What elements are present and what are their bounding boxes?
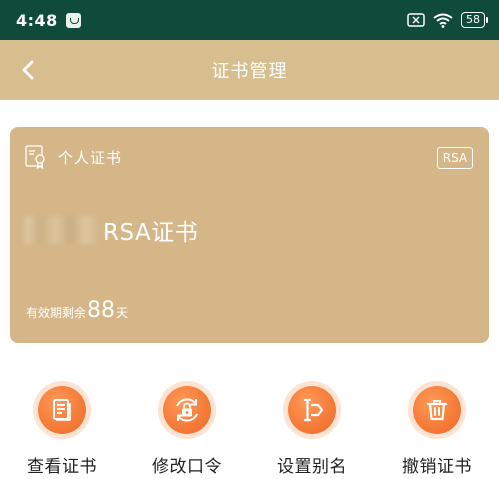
change-password-button[interactable]: 修改口令 <box>132 380 242 477</box>
certificate-icon <box>25 145 45 170</box>
validity-remaining: 有效期剩余 88 天 <box>26 298 128 323</box>
rename-icon <box>303 398 324 422</box>
certificate-card[interactable]: 个人证书 RSA RSA证书 有效期剩余 88 天 <box>10 127 489 343</box>
action-icon-circle <box>288 386 336 434</box>
lock-refresh-icon <box>176 398 198 422</box>
view-certificate-button[interactable]: 查看证书 <box>7 380 117 477</box>
status-indicators: 58 <box>407 12 488 28</box>
navigation-bar: 证书管理 <box>0 40 499 100</box>
action-icon-circle <box>413 386 461 434</box>
algorithm-badge: RSA <box>437 147 473 169</box>
certificate-name-row: RSA证书 <box>25 213 198 247</box>
validity-days: 88 <box>87 298 116 323</box>
document-icon <box>53 399 71 421</box>
certificate-type-label: 个人证书 <box>58 149 123 167</box>
certificate-name: RSA证书 <box>103 220 199 246</box>
action-label: 修改口令 <box>152 457 222 477</box>
back-button[interactable] <box>14 56 42 84</box>
action-bar: 查看证书 修改口令 设置别名 撤销证书 <box>0 380 499 477</box>
page-title: 证书管理 <box>211 61 288 82</box>
action-label: 撤销证书 <box>402 457 472 477</box>
status-bar: 4:48 58 <box>0 0 499 40</box>
wifi-icon <box>433 13 453 28</box>
no-sim-icon <box>407 13 425 27</box>
action-icon-circle <box>38 386 86 434</box>
validity-suffix: 天 <box>116 306 129 320</box>
action-icon-circle <box>163 386 211 434</box>
revoke-certificate-button[interactable]: 撤销证书 <box>382 380 492 477</box>
notification-app-icon <box>65 12 81 28</box>
chevron-left-icon <box>22 60 34 80</box>
action-label: 查看证书 <box>27 457 97 477</box>
action-label: 设置别名 <box>277 457 347 477</box>
validity-prefix: 有效期剩余 <box>26 306 87 320</box>
status-time: 4:48 <box>16 10 58 30</box>
trash-icon <box>426 400 448 421</box>
redacted-name <box>25 216 101 244</box>
set-alias-button[interactable]: 设置别名 <box>257 380 367 477</box>
battery-indicator: 58 <box>461 12 488 28</box>
